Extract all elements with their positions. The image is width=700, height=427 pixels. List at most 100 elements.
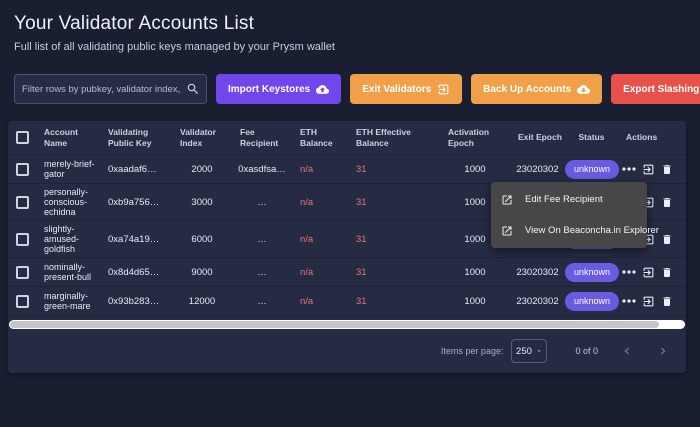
exit-validator-button[interactable] (642, 163, 655, 176)
page-subtitle: Full list of all validating public keys … (14, 41, 700, 53)
col-header-validator-index: Validator Index (172, 127, 232, 149)
eth-effective-balance: 31 (348, 234, 440, 245)
filter-input[interactable] (14, 74, 207, 104)
exit-epoch: 23020302 (510, 296, 565, 307)
status-badge: unknown (565, 263, 619, 282)
items-per-page-select[interactable]: 250 (511, 339, 547, 363)
backup-accounts-label: Back Up Accounts (483, 84, 571, 95)
exit-epoch: 23020302 (510, 267, 565, 278)
fee-recipient: 0xasdfsa… (232, 164, 292, 175)
col-header-account-name: Account Name (36, 127, 100, 149)
eth-balance: n/a (292, 197, 348, 208)
next-page-button[interactable] (656, 344, 670, 358)
account-name: merely-brief-gator (36, 159, 100, 179)
menu-item-label: View On Beaconcha.in Explorer (525, 225, 659, 236)
cloud-download-icon (577, 83, 590, 96)
col-header-exit-epoch: Exit Epoch (510, 132, 565, 143)
validator-accounts-page: Your Validator Accounts List Full list o… (0, 0, 700, 427)
delete-account-button[interactable] (661, 196, 673, 209)
import-keystores-button[interactable]: Import Keystores (216, 74, 341, 104)
col-header-status: Status (565, 132, 618, 143)
menu-item-label: Edit Fee Recipient (525, 194, 603, 205)
table-header-row: Account Name Validating Public Key Valid… (8, 121, 686, 155)
page-title: Your Validator Accounts List (14, 13, 700, 35)
exit-validator-button[interactable] (642, 266, 655, 279)
validating-public-key: 0xa74a19… (100, 234, 172, 245)
items-per-page-label: Items per page: (441, 346, 504, 356)
more-horiz-icon (622, 270, 636, 274)
open-in-new-icon (501, 225, 513, 237)
eth-balance: n/a (292, 234, 348, 245)
exit-validator-button[interactable] (642, 295, 655, 308)
fee-recipient: … (232, 267, 292, 278)
status-badge: unknown (565, 292, 619, 311)
row-checkbox[interactable] (16, 196, 29, 209)
more-actions-button[interactable] (622, 270, 636, 274)
delete-account-button[interactable] (661, 163, 673, 176)
open-in-new-icon (501, 194, 513, 206)
chevron-left-icon (620, 344, 634, 358)
scrollbar-thumb[interactable] (10, 321, 659, 328)
exit-icon (642, 295, 655, 308)
fee-recipient: … (232, 296, 292, 307)
more-horiz-icon (622, 299, 636, 303)
account-name: personally-conscious-echidna (36, 187, 100, 217)
activation-epoch: 1000 (440, 164, 510, 175)
items-per-page-value: 250 (516, 346, 532, 357)
backup-accounts-button[interactable]: Back Up Accounts (471, 74, 602, 104)
account-name: marginally-green-mare (36, 291, 100, 311)
validator-index: 9000 (172, 267, 232, 278)
exit-validators-button[interactable]: Exit Validators (350, 74, 462, 104)
col-header-actions: Actions (618, 132, 686, 143)
exit-epoch: 23020302 (510, 164, 565, 175)
filter-field-wrap (14, 74, 207, 104)
col-header-activation-epoch: Activation Epoch (440, 127, 510, 149)
activation-epoch: 1000 (440, 296, 510, 307)
row-checkbox[interactable] (16, 266, 29, 279)
row-actions-menu: Edit Fee Recipient View On Beaconcha.in … (491, 182, 647, 248)
delete-account-button[interactable] (661, 266, 673, 279)
table-row: nominally-present-bull 0x8d4d65… 9000 … … (8, 258, 686, 287)
delete-account-button[interactable] (661, 233, 673, 246)
eth-balance: n/a (292, 267, 348, 278)
eth-effective-balance: 31 (348, 197, 440, 208)
more-actions-button[interactable] (622, 299, 636, 303)
export-slashing-protection-label: Export Slashing Protection (623, 84, 700, 95)
select-all-checkbox[interactable] (16, 131, 29, 144)
trash-icon (661, 233, 673, 246)
fee-recipient: … (232, 197, 292, 208)
eth-effective-balance: 31 (348, 164, 440, 175)
row-checkbox[interactable] (16, 233, 29, 246)
row-checkbox[interactable] (16, 163, 29, 176)
exit-icon (437, 83, 450, 96)
row-checkbox[interactable] (16, 295, 29, 308)
validator-index: 12000 (172, 296, 232, 307)
search-icon (186, 82, 200, 96)
menu-item-edit-fee-recipient[interactable]: Edit Fee Recipient (491, 184, 647, 215)
trash-icon (661, 266, 673, 279)
validating-public-key: 0xb9a756… (100, 197, 172, 208)
delete-account-button[interactable] (661, 295, 673, 308)
chevron-down-icon (535, 347, 543, 355)
page-range-label: 0 of 0 (575, 346, 598, 356)
horizontal-scrollbar[interactable] (9, 320, 685, 329)
account-name: nominally-present-bull (36, 262, 100, 282)
status-badge: unknown (565, 160, 619, 179)
table-row: marginally-green-mare 0x93b283… 12000 … … (8, 287, 686, 316)
previous-page-button[interactable] (620, 344, 634, 358)
account-name: slightly-amused-goldfish (36, 224, 100, 254)
trash-icon (661, 295, 673, 308)
validating-public-key: 0xaadaf6… (100, 164, 172, 175)
trash-icon (661, 196, 673, 209)
table-row: merely-brief-gator 0xaadaf6… 2000 0xasdf… (8, 155, 686, 184)
chevron-right-icon (656, 344, 670, 358)
eth-balance: n/a (292, 164, 348, 175)
validator-index: 3000 (172, 197, 232, 208)
export-slashing-protection-button[interactable]: Export Slashing Protection (611, 74, 700, 104)
more-horiz-icon (622, 167, 636, 171)
more-actions-button[interactable] (622, 167, 636, 171)
menu-item-view-on-beaconcha[interactable]: View On Beaconcha.in Explorer (491, 215, 647, 246)
trash-icon (661, 163, 673, 176)
validator-index: 6000 (172, 234, 232, 245)
validating-public-key: 0x8d4d65… (100, 267, 172, 278)
